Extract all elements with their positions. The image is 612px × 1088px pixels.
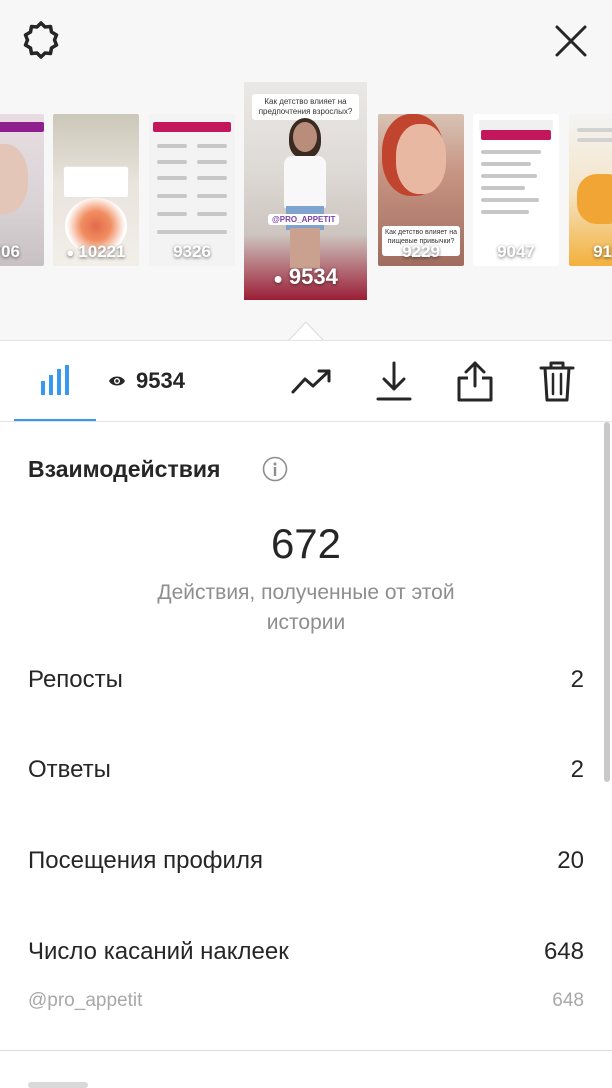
settings-button[interactable] [18,18,64,64]
selected-story-thumbnail[interactable]: Как детство влияет на предпочтения взрос… [244,82,367,300]
share-icon [457,361,493,402]
story-thumbnail[interactable]: Как детство влияет на пищевые привычки? … [378,114,464,266]
section-title: Взаимодействия [28,456,221,482]
thumbnail-line [157,144,187,148]
thumbnail-line [481,150,541,154]
story-thumbnail[interactable]: 9326 [149,114,235,266]
thumbnail-toy [577,174,612,224]
thumbnail-line [577,138,612,142]
thumbnail-line [197,144,227,148]
thumbnail-profile-header [479,120,553,130]
section-divider [0,1050,612,1051]
story-thumbnail[interactable]: 0706 [0,114,44,266]
close-button[interactable] [548,18,594,64]
thumbnail-banner [481,130,551,140]
metric-value: 2 [570,666,584,693]
mention-sticker: @PRO_APPETIT [268,214,340,225]
interactions-total: 672 [270,520,342,567]
story-thumbnail[interactable]: 9047 [473,114,559,266]
share-button[interactable] [453,359,497,403]
close-x-icon [555,25,587,57]
story-strip: 0706 ●10221 9326 Как детство влияет на п… [0,0,612,340]
metric-value: 20 [557,847,584,874]
download-icon [376,361,412,401]
story-thumbnail[interactable]: 9155 [569,114,612,266]
thumbnail-line [197,160,227,164]
thumbnail-view-count: 9229 [402,242,440,261]
thumbnail-line [481,186,525,190]
tab-insights[interactable] [14,341,96,421]
thumbnail-view-count: 0706 [0,242,20,261]
thumbnail-line [157,176,187,180]
scrollbar[interactable] [604,422,610,782]
thumbnail-banner [0,122,44,132]
sticker-handle: @pro_appetit [28,990,143,1011]
eye-icon: ● [66,245,75,260]
story-toolbar: 9534 [0,340,612,422]
story-person-figure [280,118,330,272]
delete-button[interactable] [535,359,579,403]
story-thumbnail[interactable]: ● 10221 [53,114,139,266]
thumbnail-view-count: 9326 [173,242,211,261]
thumbnail-line [157,194,187,198]
interactions-description: Действия, полученные от этой истории [157,581,455,634]
metric-value: 2 [570,756,584,783]
thumbnail-line [481,198,539,202]
metric-row-profile-visits: Посещения профиля 20 [28,847,584,881]
thumbnail-banner [153,122,231,132]
thumbnail-question-card [63,166,129,198]
metric-label: Число касаний наклеек [28,938,289,965]
thumbnail-person [0,144,28,214]
info-icon[interactable] [262,456,288,482]
next-section-peek [28,1082,88,1088]
thumbnail-line [481,174,537,178]
thumbnail-line [577,128,612,132]
thumbnail-line [157,160,187,164]
metric-row-reposts: Репосты 2 [28,666,584,700]
selected-pointer [288,321,324,342]
metric-value: 648 [543,938,584,965]
selected-view-count: ● 9534 [273,264,338,289]
thumbnail-view-count: 9155 [593,242,612,261]
gear-outline-icon [23,21,59,59]
thumbnail-line [197,194,227,198]
thumbnail-line [481,162,531,166]
metric-row-replies: Ответы 2 [28,756,584,790]
trash-icon [539,361,575,402]
trending-up-icon [291,369,331,394]
download-button[interactable] [372,359,416,403]
promote-button[interactable] [290,359,334,403]
metric-label: Посещения профиля [28,847,263,874]
eye-icon: ● [273,271,283,288]
thumbnail-line [157,230,227,234]
insights-panel: Взаимодействия 672 Действия, полученные … [0,422,612,1088]
sticker-tap-count: 648 [552,990,584,1011]
bar-chart-icon [41,365,69,395]
metric-label: Ответы [28,756,111,783]
thumbnail-line [157,212,187,216]
thumbnail-view-count: ● 10221 [66,242,126,261]
metric-label: Репосты [28,666,123,693]
thumbnail-line [197,176,227,180]
thumbnail-line [197,212,227,216]
view-count-value: 9534 [136,368,185,393]
story-view-count: 9534 [108,341,185,421]
thumbnail-person [396,124,446,194]
eye-icon [108,375,126,387]
sticker-breakdown-row: @pro_appetit 648 [28,990,584,1018]
metric-row-sticker-taps: Число касаний наклеек 648 [28,938,584,972]
story-caption: Как детство влияет на предпочтения взрос… [252,94,359,120]
thumbnail-line [481,210,529,214]
thumbnail-view-count: 9047 [497,242,535,261]
